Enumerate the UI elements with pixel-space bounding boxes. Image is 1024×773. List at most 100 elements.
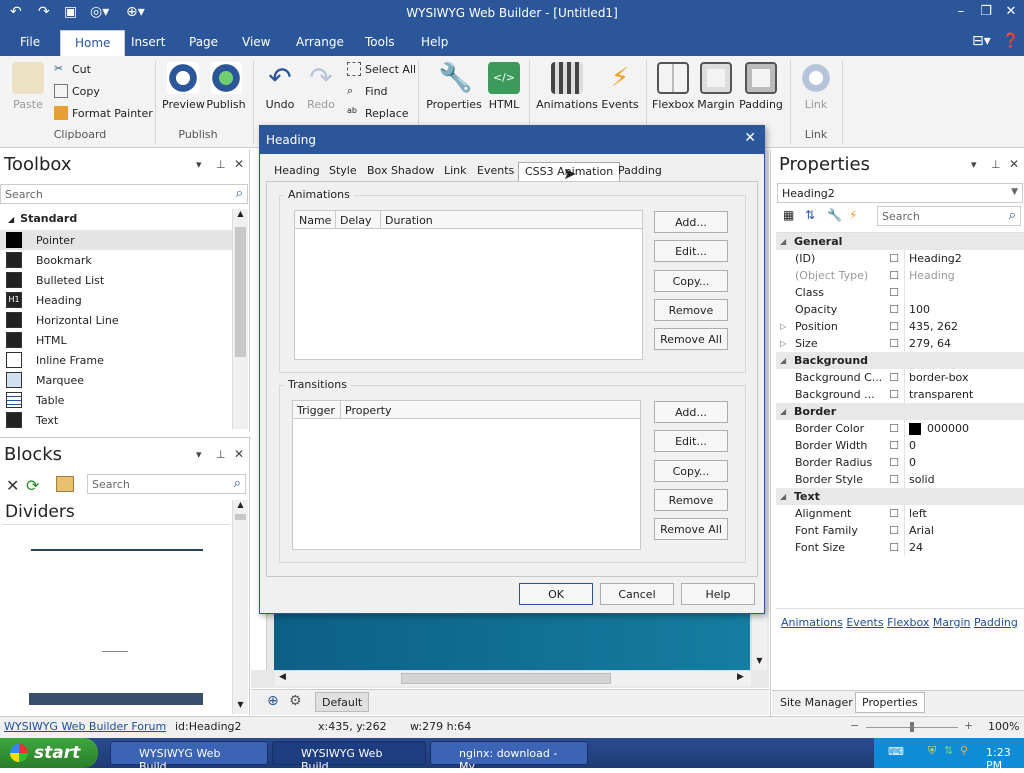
sort-az-icon[interactable]: ⇅ bbox=[805, 208, 815, 222]
toolbox-item-heading[interactable]: H1 Heading bbox=[0, 290, 232, 310]
replace-button[interactable]: ab Replace bbox=[347, 106, 409, 120]
divider-preview[interactable] bbox=[102, 651, 128, 652]
toolbox-item-pointer[interactable]: Pointer bbox=[0, 230, 232, 250]
html-button[interactable]: </> HTML bbox=[486, 62, 522, 111]
categorized-icon[interactable]: ▦ bbox=[783, 208, 794, 222]
property-row[interactable]: Font Family ☐ Arial bbox=[776, 522, 1024, 539]
task-wysiwyg-2[interactable]: WYSIWYG Web Build... bbox=[272, 741, 426, 773]
close-panel-icon[interactable]: ✕ bbox=[234, 447, 244, 461]
checkbox-icon[interactable]: ☐ bbox=[884, 422, 904, 435]
menu-tools[interactable]: Tools bbox=[365, 35, 395, 49]
property-value[interactable]: border-box bbox=[904, 369, 1024, 386]
properties-search-input[interactable]: Search ⌕ bbox=[877, 206, 1021, 226]
margin-link[interactable]: Margin bbox=[933, 616, 971, 629]
remove-all-transitions-button[interactable]: Remove All bbox=[654, 518, 728, 540]
panel-menu-icon[interactable]: ▾ bbox=[196, 448, 202, 461]
property-value[interactable]: solid bbox=[904, 471, 1024, 488]
property-value[interactable]: Arial bbox=[904, 522, 1024, 539]
properties-button[interactable]: 🔧 Properties bbox=[426, 62, 482, 112]
select-all-button[interactable]: Select All bbox=[347, 62, 416, 76]
menu-arrange[interactable]: Arrange bbox=[296, 35, 344, 49]
collapse-icon[interactable]: ◢ bbox=[780, 407, 786, 416]
menu-help[interactable]: Help bbox=[421, 35, 448, 49]
copy-transition-button[interactable]: Copy... bbox=[654, 460, 728, 482]
checkbox-icon[interactable]: ☐ bbox=[884, 337, 904, 350]
property-category[interactable]: ◢ Border bbox=[776, 403, 1024, 420]
blocks-search-input[interactable]: Search ⌕ bbox=[87, 474, 246, 494]
zoom-slider-thumb[interactable] bbox=[910, 722, 914, 732]
panel-menu-icon[interactable]: ▾ bbox=[971, 158, 977, 171]
add-page-icon[interactable]: ⊕ bbox=[267, 693, 279, 709]
property-row[interactable]: Background ... ☐ transparent bbox=[776, 386, 1024, 403]
zoom-in-icon[interactable]: + bbox=[964, 719, 973, 732]
pin-icon[interactable]: ⊥ bbox=[216, 158, 226, 171]
link-button[interactable]: Link bbox=[796, 62, 836, 111]
redo-button[interactable]: ↷ Redo bbox=[302, 62, 340, 112]
page-tab-default[interactable]: Default bbox=[315, 692, 370, 712]
margin-button[interactable]: Margin bbox=[696, 62, 736, 111]
forum-link[interactable]: WYSIWYG Web Builder Forum bbox=[4, 720, 166, 733]
property-value[interactable]: Heading2 bbox=[904, 250, 1024, 267]
column-header-property[interactable]: Property bbox=[341, 401, 640, 419]
flexbox-link[interactable]: Flexbox bbox=[887, 616, 929, 629]
undo-button[interactable]: ↶ Undo bbox=[261, 62, 299, 112]
preview-button[interactable]: Preview bbox=[162, 62, 205, 111]
shield-icon[interactable]: ⛨ bbox=[928, 744, 936, 758]
padding-button[interactable]: Padding bbox=[738, 62, 784, 111]
add-transition-button[interactable]: Add... bbox=[654, 401, 728, 423]
events-button[interactable]: ⚡ Events bbox=[601, 62, 639, 111]
panel-menu-icon[interactable]: ▾ bbox=[196, 158, 202, 171]
scrollbar-thumb[interactable] bbox=[235, 514, 246, 520]
cancel-button[interactable]: Cancel bbox=[600, 583, 674, 605]
property-row[interactable]: Border Color ☐ 000000 bbox=[776, 420, 1024, 437]
expand-icon[interactable]: ▷ bbox=[780, 322, 786, 331]
task-wysiwyg-1[interactable]: WYSIWYG Web Build... bbox=[110, 741, 268, 773]
property-value[interactable]: left bbox=[904, 505, 1024, 522]
remove-all-animations-button[interactable]: Remove All bbox=[654, 328, 728, 350]
property-row[interactable]: Background C... ☐ border-box bbox=[776, 369, 1024, 386]
close-window-button[interactable]: ✕ bbox=[1000, 4, 1022, 19]
toolbox-item-marquee[interactable]: Marquee bbox=[0, 370, 232, 390]
property-row[interactable]: ▷ Size ☐ 279, 64 bbox=[776, 335, 1024, 352]
scrollbar-thumb[interactable] bbox=[235, 227, 246, 357]
toolbox-search-input[interactable]: Search ⌕ bbox=[0, 184, 248, 204]
remove-transition-button[interactable]: Remove bbox=[654, 489, 728, 511]
pin-icon[interactable]: ⊥ bbox=[216, 448, 226, 461]
toolbox-item-horizontal-line[interactable]: Horizontal Line bbox=[0, 310, 232, 330]
property-row[interactable]: Opacity ☐ 100 bbox=[776, 301, 1024, 318]
menu-view[interactable]: View bbox=[242, 35, 270, 49]
copy-button[interactable]: Copy bbox=[54, 84, 100, 98]
zoom-slider[interactable] bbox=[866, 722, 958, 732]
lightning-icon[interactable]: ⚡ bbox=[849, 208, 857, 222]
toolbox-item-html[interactable]: HTML bbox=[0, 330, 232, 350]
add-animation-button[interactable]: Add... bbox=[654, 211, 728, 233]
find-button[interactable]: ⌕ Find bbox=[347, 84, 388, 98]
property-row[interactable]: Class ☐ bbox=[776, 284, 1024, 301]
tab-heading[interactable]: Heading bbox=[268, 162, 326, 179]
menu-home[interactable]: Home bbox=[60, 30, 126, 56]
remove-animation-button[interactable]: Remove bbox=[654, 299, 728, 321]
toolbox-scrollbar[interactable]: ▲ bbox=[232, 209, 248, 429]
animations-button[interactable]: Animations bbox=[536, 62, 598, 111]
property-row[interactable]: Font Size ☐ 24 bbox=[776, 539, 1024, 556]
tab-events[interactable]: Events bbox=[471, 162, 520, 179]
pin-icon[interactable]: ⊥ bbox=[991, 158, 1001, 171]
tab-properties[interactable]: Properties bbox=[855, 692, 925, 713]
toolbox-item-table[interactable]: Table bbox=[0, 390, 232, 410]
divider-preview[interactable] bbox=[31, 549, 203, 551]
checkbox-icon[interactable]: ☐ bbox=[884, 541, 904, 554]
folder-icon[interactable] bbox=[56, 476, 74, 492]
checkbox-icon[interactable]: ☐ bbox=[884, 320, 904, 333]
cut-button[interactable]: ✂ Cut bbox=[54, 62, 91, 76]
column-header-duration[interactable]: Duration bbox=[381, 211, 642, 229]
object-selector[interactable]: Heading2 ▼ bbox=[777, 183, 1023, 203]
menu-page[interactable]: Page bbox=[189, 35, 218, 49]
property-row[interactable]: Border Style ☐ solid bbox=[776, 471, 1024, 488]
checkbox-icon[interactable]: ☐ bbox=[884, 252, 904, 265]
animations-link[interactable]: Animations bbox=[781, 616, 843, 629]
page-header-block[interactable] bbox=[274, 614, 750, 670]
property-row[interactable]: (ID) ☐ Heading2 bbox=[776, 250, 1024, 267]
checkbox-icon[interactable]: ☐ bbox=[884, 286, 904, 299]
close-panel-icon[interactable]: ✕ bbox=[1009, 157, 1019, 171]
blocks-scrollbar[interactable]: ▲ ▼ bbox=[232, 500, 248, 714]
